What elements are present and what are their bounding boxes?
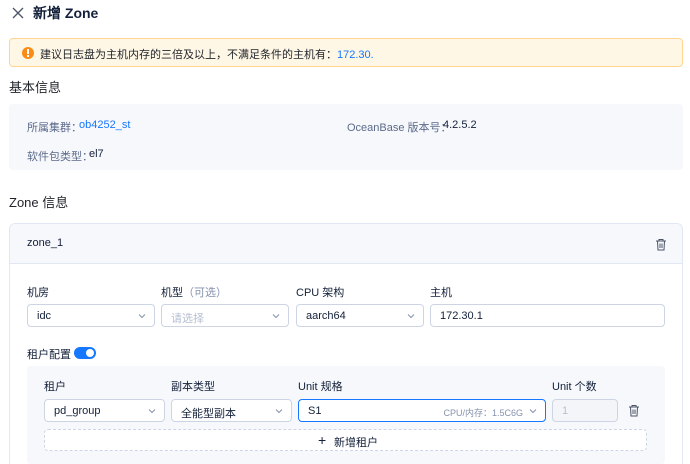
alert-text: 建议日志盘为主机内存的三倍及以上，不满足条件的主机有：172.30. xyxy=(40,46,374,62)
unit-count-value: 1 xyxy=(562,405,569,417)
replica-select[interactable]: 全能型副本 xyxy=(171,399,292,422)
version-label: OceanBase 版本号： xyxy=(347,122,452,134)
cpu-value: aarch64 xyxy=(306,310,346,322)
host-select[interactable]: 172.30.1 xyxy=(430,304,665,327)
cluster-link[interactable]: ob4252_st xyxy=(79,119,130,131)
unit-spec-select[interactable]: S1 CPU/内存：1.5C6G xyxy=(298,399,546,422)
exclamation-circle-icon xyxy=(22,47,34,59)
tenant-header: 租户 xyxy=(44,381,66,393)
chevron-down-icon xyxy=(138,314,146,319)
idc-select[interactable]: idc xyxy=(27,304,155,327)
plus-icon: + xyxy=(318,432,327,448)
cluster-label: 所属集群： xyxy=(27,122,82,134)
basic-info-panel: 所属集群： ob4252_st OceanBase 版本号： 4.2.5.2 软… xyxy=(9,104,683,170)
zone-info-title: Zone 信息 xyxy=(9,195,69,210)
unit-count-stepper[interactable]: 1 xyxy=(552,399,618,422)
tenant-config-label: 租户配置 xyxy=(27,349,71,361)
tenant-select[interactable]: pd_group xyxy=(44,399,165,422)
idc-value: idc xyxy=(37,310,52,322)
cpu-label: CPU 架构 xyxy=(296,287,345,299)
unit-count-header: Unit 个数 xyxy=(552,381,597,393)
zone-card-header: zone_1 xyxy=(10,224,682,264)
unit-spec-value: S1 xyxy=(308,405,322,417)
add-tenant-button[interactable]: + 新增租户 xyxy=(44,429,647,451)
chevron-down-icon xyxy=(407,314,415,319)
model-label-text: 机型 xyxy=(161,287,183,299)
model-label: 机型（可选） xyxy=(161,284,227,300)
replica-value: 全能型副本 xyxy=(181,408,236,420)
package-value: el7 xyxy=(89,148,104,160)
model-placeholder: 请选择 xyxy=(171,313,204,325)
zone-name: zone_1 xyxy=(27,237,64,249)
package-label: 软件包类型： xyxy=(27,151,93,163)
host-label: 主机 xyxy=(430,287,452,299)
idc-label: 机房 xyxy=(27,287,49,299)
chevron-down-icon xyxy=(148,409,156,414)
model-optional: （可选） xyxy=(183,287,227,299)
chevron-down-icon xyxy=(272,314,280,319)
replica-header: 副本类型 xyxy=(171,381,215,393)
unit-spec-detail: CPU/内存：1.5C6G xyxy=(443,408,523,418)
cpu-select[interactable]: aarch64 xyxy=(296,304,424,327)
chevron-down-icon xyxy=(529,409,537,414)
unit-spec-header: Unit 规格 xyxy=(298,381,343,393)
page-title: 新增 Zone xyxy=(33,5,99,21)
trash-icon[interactable] xyxy=(628,404,640,417)
drawer-header: 新增 Zone xyxy=(0,0,690,28)
model-select[interactable]: 请选择 xyxy=(161,304,289,327)
tenant-config-toggle[interactable] xyxy=(74,347,96,359)
alert-host: 172.30. xyxy=(337,49,374,61)
chevron-down-icon xyxy=(275,409,283,414)
basic-info-title: 基本信息 xyxy=(9,80,62,95)
close-icon[interactable] xyxy=(10,5,26,21)
version-value: 4.2.5.2 xyxy=(443,119,477,131)
host-value: 172.30.1 xyxy=(440,310,483,322)
trash-icon[interactable] xyxy=(655,238,667,251)
warning-alert: 建议日志盘为主机内存的三倍及以上，不满足条件的主机有：172.30. xyxy=(9,38,683,67)
alert-message: 建议日志盘为主机内存的三倍及以上，不满足条件的主机有： xyxy=(40,49,337,61)
add-tenant-label: 新增租户 xyxy=(334,437,378,449)
tenant-value: pd_group xyxy=(54,405,101,417)
